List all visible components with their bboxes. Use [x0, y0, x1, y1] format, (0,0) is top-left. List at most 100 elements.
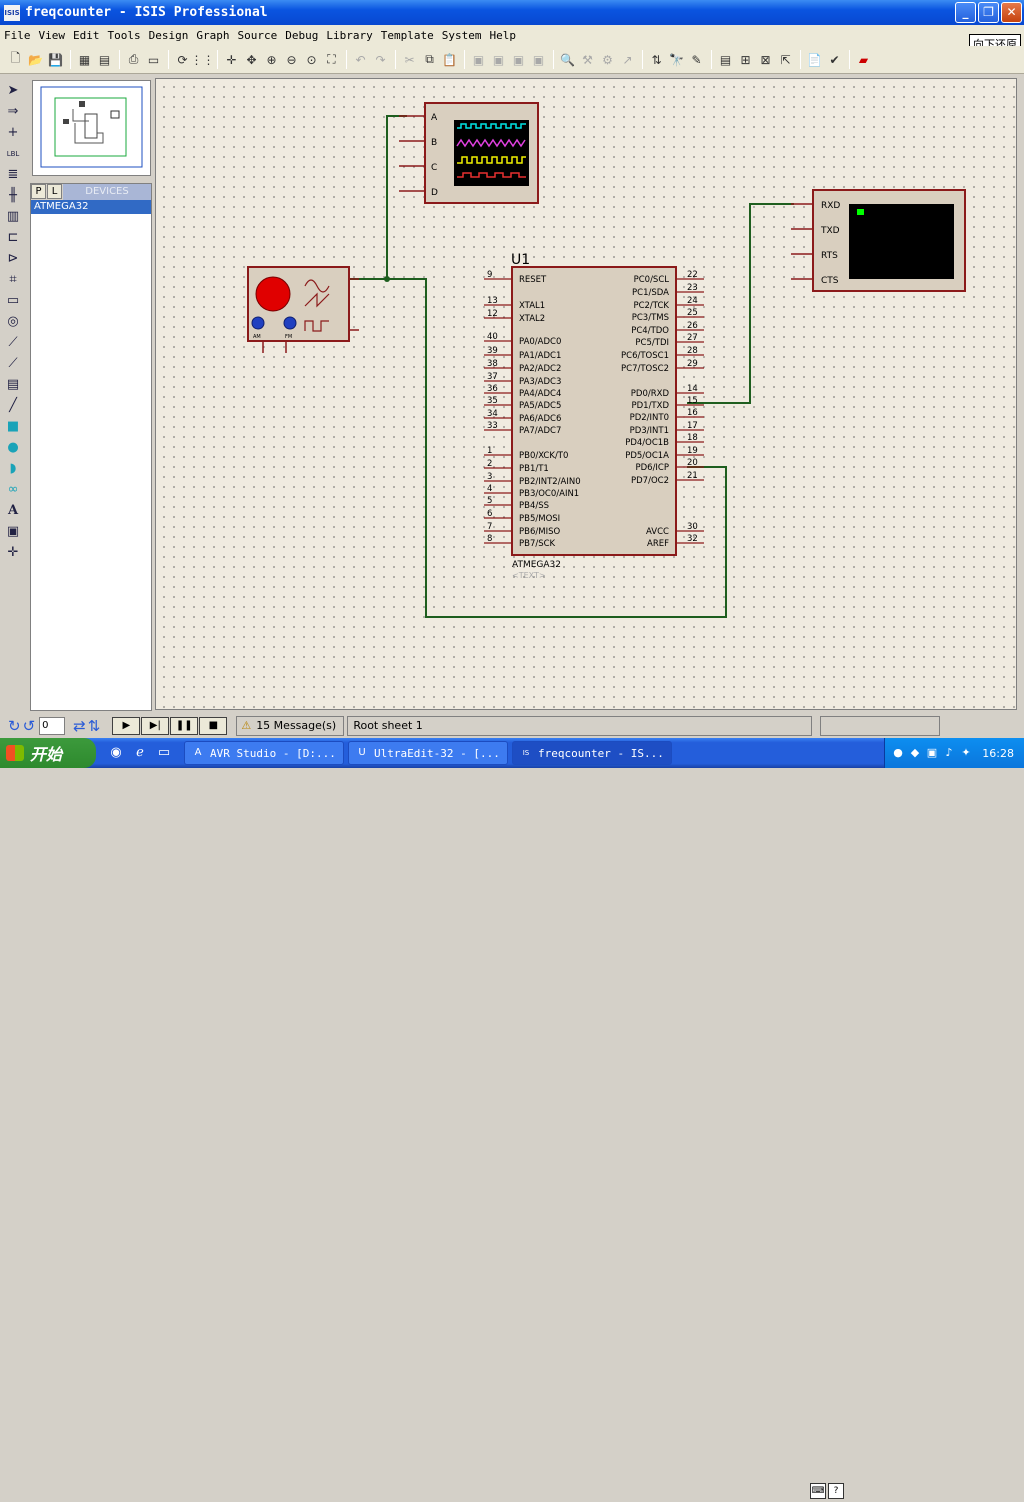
library-manager-button[interactable]: L [47, 184, 62, 199]
packaging-icon[interactable]: ⚙ [598, 50, 617, 69]
block-move-icon[interactable]: ▣ [489, 50, 508, 69]
import-icon[interactable]: ▦ [75, 50, 94, 69]
box-icon[interactable]: ■ [0, 416, 26, 437]
new-file-icon[interactable]: 🗋 [6, 50, 25, 69]
add-sheet-icon[interactable]: ⊞ [736, 50, 755, 69]
cut-icon[interactable]: ✂ [400, 50, 419, 69]
isis-app-icon[interactable]: ISIS [4, 4, 20, 21]
wire-autorouter-icon[interactable]: ⇅ [647, 50, 666, 69]
marker-icon[interactable]: ✛ [0, 542, 26, 563]
menu-file[interactable]: File [0, 29, 35, 42]
save-icon[interactable]: 💾 [46, 50, 65, 69]
menu-graph[interactable]: Graph [192, 29, 233, 42]
device-list-item[interactable]: ATMEGA32 [31, 200, 151, 214]
menu-system[interactable]: System [438, 29, 486, 42]
menu-template[interactable]: Template [377, 29, 438, 42]
task-avr-studio[interactable]: A AVR Studio - [D:... [184, 741, 344, 765]
overview-window[interactable] [32, 80, 151, 176]
electrical-check-icon[interactable]: ✔ [825, 50, 844, 69]
minimize-button[interactable]: _ [955, 2, 976, 23]
menu-view[interactable]: View [35, 29, 70, 42]
junction-dot-icon[interactable]: + [0, 122, 26, 143]
restore-button[interactable]: ❐ [978, 2, 999, 23]
wire-label-icon[interactable]: LBL [0, 143, 26, 164]
selection-mode-icon[interactable]: ➤ [0, 80, 26, 101]
stop-button[interactable]: ■ [199, 716, 228, 735]
block-delete-icon[interactable]: ▣ [529, 50, 548, 69]
component-mode-icon[interactable]: ⇒ [0, 101, 26, 122]
mirror-y-icon[interactable]: ⇅ [88, 717, 101, 735]
menu-design[interactable]: Design [145, 29, 193, 42]
pause-button[interactable]: ❚❚ [170, 716, 199, 735]
decompose-icon[interactable]: ↗ [618, 50, 637, 69]
subcircuit-icon[interactable]: ▥ [0, 206, 26, 227]
close-button[interactable]: ✕ [1001, 2, 1022, 23]
start-button[interactable]: 开始 [0, 738, 96, 768]
ares-netlist-icon[interactable]: ▰ [854, 50, 873, 69]
graph-mode-icon[interactable]: ⌗ [0, 269, 26, 290]
menu-tools[interactable]: Tools [104, 29, 145, 42]
export-icon[interactable]: ▤ [95, 50, 114, 69]
step-button[interactable]: ▶| [141, 716, 170, 735]
line-icon[interactable]: ╱ [0, 395, 26, 416]
pan-icon[interactable]: ✥ [242, 50, 261, 69]
zoom-area-icon[interactable]: ⛶ [322, 50, 341, 69]
circle-icon[interactable]: ● [0, 437, 26, 458]
make-device-icon[interactable]: ⚒ [578, 50, 597, 69]
help-icon[interactable]: ? [828, 1483, 844, 1499]
mirror-x-icon[interactable]: ⇄ [73, 717, 86, 735]
undo-icon[interactable]: ↶ [351, 50, 370, 69]
refresh-icon[interactable]: ⟳ [173, 50, 192, 69]
block-rotate-icon[interactable]: ▣ [509, 50, 528, 69]
redo-icon[interactable]: ↷ [371, 50, 390, 69]
play-button[interactable]: ▶ [112, 716, 141, 735]
text-icon[interactable]: A [0, 500, 26, 521]
block-copy-icon[interactable]: ▣ [469, 50, 488, 69]
remove-sheet-icon[interactable]: ⊠ [756, 50, 775, 69]
symbol-icon[interactable]: ▣ [0, 521, 26, 542]
rotate-anticlockwise-icon[interactable]: ↺ [23, 717, 36, 735]
tray-security-icon[interactable]: ✦ [959, 746, 973, 760]
pick-devices-button[interactable]: P [31, 184, 46, 199]
search-tag-icon[interactable]: 🔭 [667, 50, 686, 69]
oscilloscope[interactable]: A B C D [399, 102, 539, 204]
keyboard-icon[interactable]: ⌨ [810, 1483, 826, 1499]
tray-app-icon[interactable]: ● [891, 746, 905, 760]
text-script-icon[interactable]: ≣ [0, 164, 26, 185]
new-sheet-icon[interactable]: ▤ [716, 50, 735, 69]
menu-library[interactable]: Library [322, 29, 376, 42]
current-probe-icon[interactable]: ⟋ [0, 353, 26, 374]
menu-edit[interactable]: Edit [69, 29, 104, 42]
quicklaunch-browser-icon[interactable]: ℯ [130, 743, 150, 763]
signal-generator[interactable]: AM FM [247, 266, 359, 353]
wire-generator-to-scope[interactable] [350, 115, 407, 280]
virtual-instruments-icon[interactable]: ▤ [0, 374, 26, 395]
generator-icon[interactable]: ◎ [0, 311, 26, 332]
zoom-out-icon[interactable]: ⊖ [282, 50, 301, 69]
buses-icon[interactable]: ╫ [0, 185, 26, 206]
messages-panel[interactable]: ⚠ 15 Message(s) [236, 715, 345, 736]
paste-icon[interactable]: 📋 [440, 50, 459, 69]
menu-help[interactable]: Help [485, 29, 520, 42]
schematic-canvas[interactable]: A B C D AM FM RXD TXD RTS CTS U1 9 RESET… [155, 78, 1017, 710]
arc-icon[interactable]: ◗ [0, 458, 26, 479]
terminals-icon[interactable]: ⊏ [0, 227, 26, 248]
pick-device-icon[interactable]: 🔍 [558, 50, 577, 69]
wire-txd-to-terminal[interactable] [687, 203, 794, 404]
tray-shield-icon[interactable]: ◆ [908, 746, 922, 760]
closed-path-icon[interactable]: ∞ [0, 479, 26, 500]
virtual-terminal[interactable]: RXD TXD RTS CTS [791, 189, 966, 292]
origin-icon[interactable]: ✛ [222, 50, 241, 69]
quicklaunch-media-icon[interactable]: ◉ [106, 743, 126, 763]
menu-source[interactable]: Source [234, 29, 282, 42]
open-folder-icon[interactable]: 📂 [26, 50, 45, 69]
rotate-clockwise-icon[interactable]: ↻ [8, 717, 21, 735]
zoom-all-icon[interactable]: ⊙ [302, 50, 321, 69]
print-icon[interactable]: ⎙ [124, 50, 143, 69]
clock[interactable]: 16:28 [982, 747, 1014, 760]
device-pins-icon[interactable]: ⊳ [0, 248, 26, 269]
atmega32-chip[interactable]: U1 9 RESET13 XTAL112 XTAL240 PA0/ADC039 PA1/A… [484, 252, 704, 580]
voltage-probe-icon[interactable]: ⟋ [0, 332, 26, 353]
print-area-icon[interactable]: ▭ [144, 50, 163, 69]
tray-network-icon[interactable]: ▣ [925, 746, 939, 760]
